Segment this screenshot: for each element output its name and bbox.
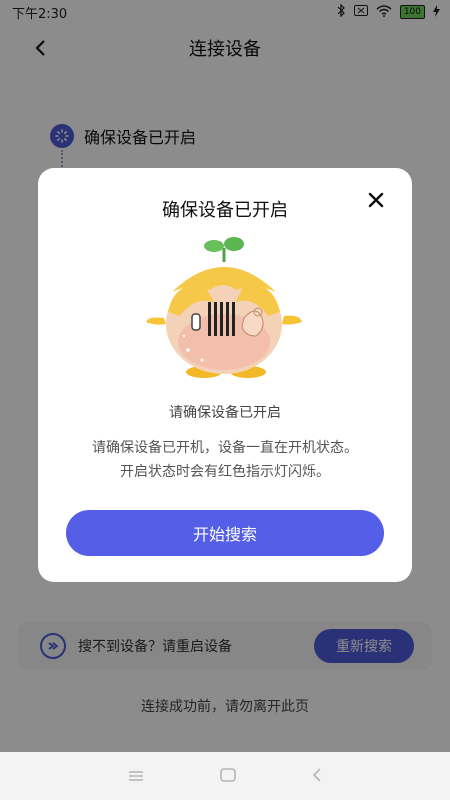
modal-dialog: 确保设备已开启 请确保设备已开启 请确保设备已开机，设备一直在开机状态。 开启状… — [38, 168, 412, 582]
close-icon[interactable] — [366, 190, 386, 210]
system-nav-bar — [0, 752, 450, 800]
home-icon[interactable] — [220, 767, 236, 786]
modal-title: 确保设备已开启 — [162, 200, 288, 221]
menu-icon[interactable] — [128, 767, 144, 786]
modal-description: 请确保设备已开机，设备一直在开机状态。 开启状态时会有红色指示灯闪烁。 — [38, 436, 412, 484]
start-search-button[interactable]: 开始搜索 — [66, 510, 384, 556]
back-nav-icon[interactable] — [312, 767, 322, 786]
modal-description-line-2: 开启状态时会有红色指示灯闪烁。 — [120, 464, 330, 480]
modal-description-line-1: 请确保设备已开机，设备一直在开机状态。 — [92, 440, 358, 456]
screen: 下午2:30 100 连接设备 确保设备已开启 搜不到设备？请重启设备 重新搜索… — [0, 0, 450, 800]
modal-subtitle: 请确保设备已开启 — [169, 405, 281, 421]
device-mascot-illustration — [144, 232, 304, 382]
